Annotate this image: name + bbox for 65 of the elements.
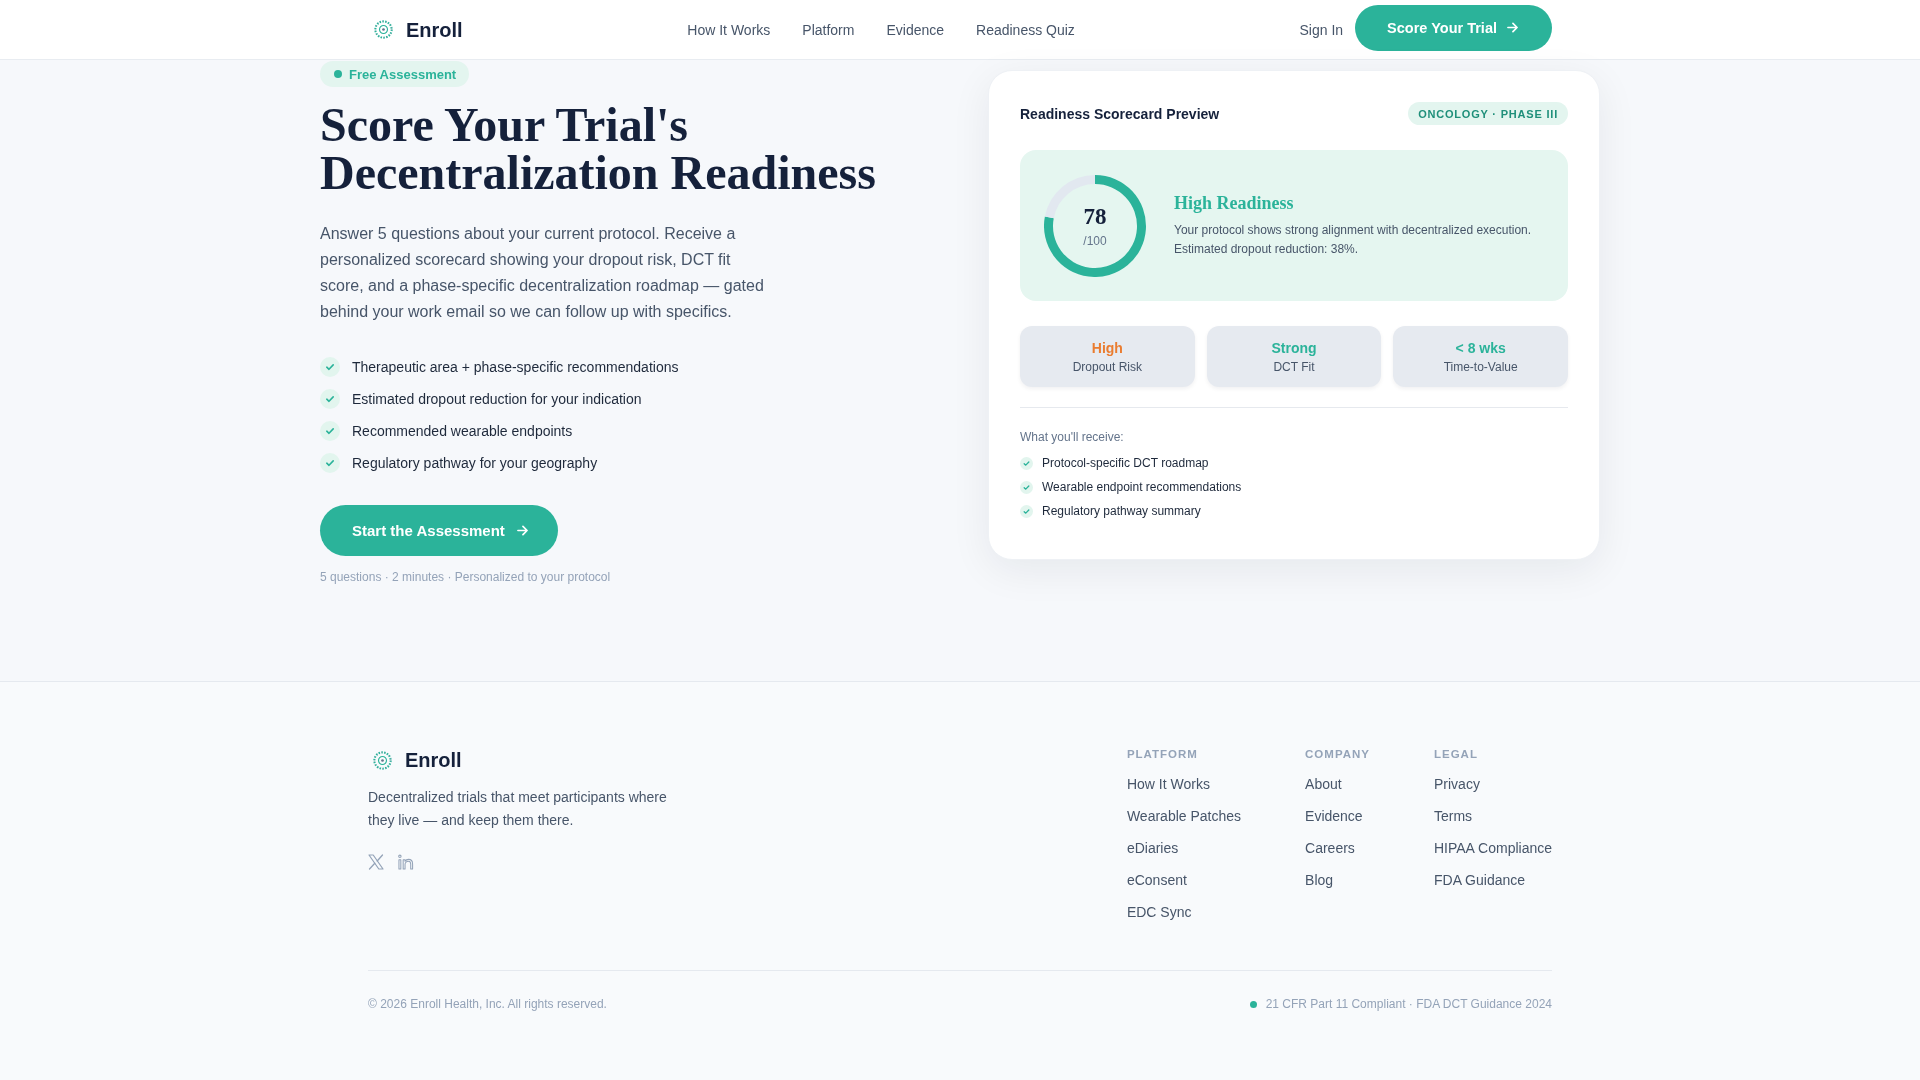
stat-value: High [1091, 338, 1123, 357]
status-dot-icon [334, 70, 342, 78]
brand-link[interactable]: Enroll [368, 746, 462, 774]
stat-label: Time-to-Value [1443, 358, 1518, 375]
compliance-text: 21 CFR Part 11 Compliant · FDA DCT Guidance 2024 [1265, 996, 1552, 1013]
receive-item-text: Wearable endpoint recommendations [1042, 480, 1242, 494]
nav-link[interactable]: How It Works [687, 19, 771, 40]
footer-link[interactable]: About [1305, 774, 1342, 794]
check-icon [320, 357, 340, 377]
arrow-right-icon [516, 525, 528, 536]
assessment-note: 5 questions · 2 minutes · Personalized to your protocol [320, 569, 611, 586]
status-dot-icon [1249, 1000, 1257, 1008]
copyright-text: © 2026 Enroll Health, Inc. All rights reserved. [368, 996, 607, 1013]
check-icon [320, 421, 340, 441]
readiness-summary: Your protocol shows strong alignment with decentralized execution. Estimated dropout reduction: 38%. [1174, 222, 1533, 258]
footer-link[interactable]: eDiaries [1126, 838, 1179, 858]
nav-link[interactable]: Evidence [886, 19, 945, 40]
hero-heading: Score Your Trial's Decentralization Readiness [320, 101, 877, 197]
stat-label: DCT Fit [1273, 358, 1315, 375]
stat-value: < 8 wks [1455, 338, 1506, 357]
feature-text: Estimated dropout reduction for your indication [352, 391, 642, 407]
feature-text: Recommended wearable endpoints [352, 423, 573, 439]
check-icon [1020, 480, 1033, 494]
footer-link[interactable]: Terms [1434, 806, 1473, 826]
check-icon [1020, 456, 1033, 470]
footer-column-heading: LEGAL [1434, 747, 1478, 762]
check-icon [320, 453, 340, 473]
footer-column-heading: COMPANY [1305, 747, 1370, 762]
dotted-ring-icon [374, 20, 393, 39]
footer-link[interactable]: Wearable Patches [1126, 806, 1242, 826]
footer-tagline: Decentralized trials that meet participants where they live — and keep them there. [368, 788, 668, 830]
in-logo-icon[interactable] [398, 854, 414, 870]
feature-text: Therapeutic area + phase-specific recommendations [352, 359, 679, 375]
footer-link[interactable]: eConsent [1126, 870, 1187, 890]
footer-column-heading: PLATFORM [1126, 747, 1198, 762]
footer-link[interactable]: How It Works [1126, 774, 1210, 794]
footer-link[interactable]: Evidence [1305, 806, 1363, 826]
x-logo-icon[interactable] [368, 854, 384, 870]
dotted-ring-icon [373, 750, 392, 770]
readiness-heading: High Readiness [1174, 192, 1294, 215]
hero-description: Answer 5 questions about your current protocol. Receive a personalized scorecard showing your dropout risk, DCT fit score, and a phase-specific decentralization roadmap — gated behind your work email so we can follow up with specifics. [320, 224, 765, 322]
stat-label: Dropout Risk [1072, 358, 1142, 375]
nav-link[interactable]: Platform [802, 19, 855, 40]
receive-item-text: Protocol-specific DCT roadmap [1042, 456, 1209, 470]
category-tag: ONCOLOGY · PHASE III [1408, 102, 1568, 125]
score-value: 78 [1083, 203, 1107, 230]
score-max: /100 [1083, 232, 1107, 249]
footer-link[interactable]: FDA Guidance [1434, 870, 1526, 890]
footer-link[interactable]: EDC Sync [1126, 902, 1192, 922]
eyebrow-label: Free Assessment [349, 66, 457, 82]
receive-item-text: Regulatory pathway summary [1042, 504, 1201, 518]
check-icon [320, 389, 340, 409]
check-icon [1020, 504, 1033, 518]
footer-link[interactable]: HIPAA Compliance [1434, 838, 1552, 858]
footer-link[interactable]: Careers [1305, 838, 1355, 858]
receive-heading: What you'll receive: [1020, 429, 1124, 446]
sign-in-link[interactable]: Sign In [1299, 21, 1344, 38]
card-title: Readiness Scorecard Preview [1020, 105, 1220, 122]
footer-link[interactable]: Privacy [1434, 774, 1480, 794]
stat-value: Strong [1271, 338, 1317, 357]
nav-link[interactable]: Readiness Quiz [976, 19, 1075, 40]
arrow-right-icon [1507, 22, 1518, 33]
footer-link[interactable]: Blog [1305, 870, 1334, 890]
brand-link[interactable]: Enroll [368, 15, 463, 44]
feature-text: Regulatory pathway for your geography [352, 455, 598, 471]
